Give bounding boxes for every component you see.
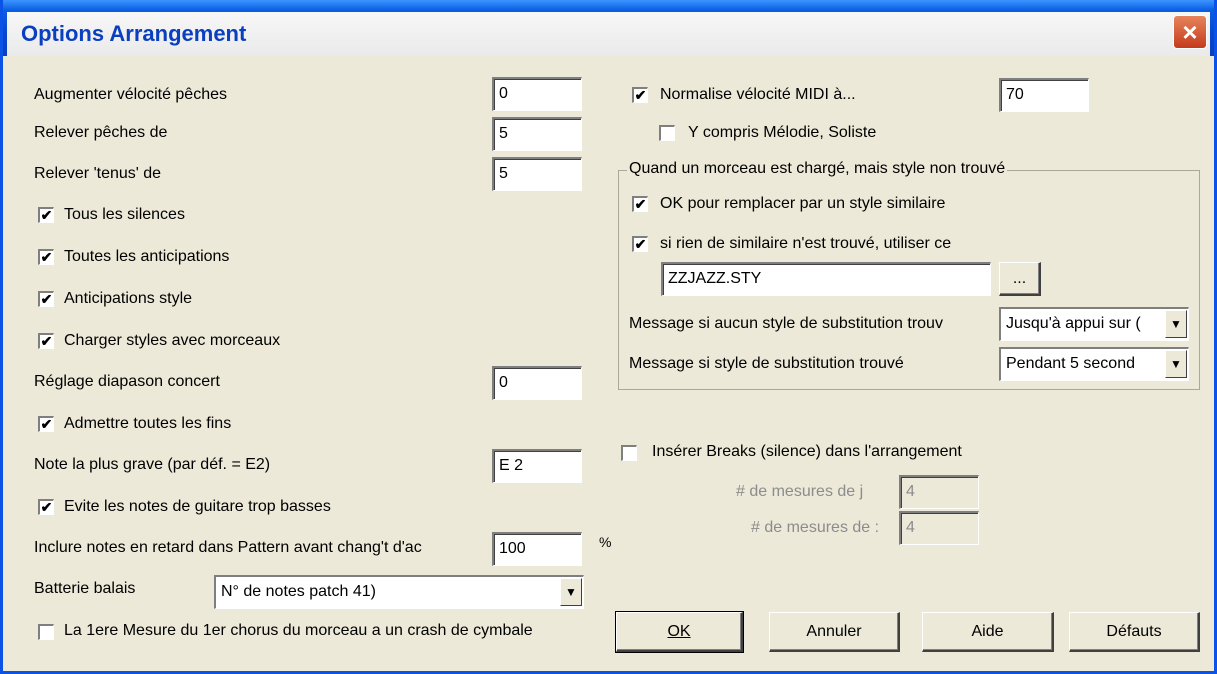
y-compris-checkbox[interactable] [659,125,675,141]
close-icon[interactable]: × [1173,15,1207,49]
defauts-button[interactable]: Défauts [1069,612,1200,652]
browse-button[interactable]: ... [999,262,1041,296]
chevron-down-icon[interactable]: ▼ [1165,310,1187,338]
options-arrangement-dialog: Options Arrangement × Augmenter vélocité… [0,0,1217,674]
tous-silences-label: Tous les silences [64,206,185,223]
note-grave-input[interactable]: E 2 [492,449,582,483]
diapason-input[interactable]: 0 [492,366,582,400]
mesures-1-input[interactable]: 4 [899,475,979,509]
title-bar[interactable]: Options Arrangement × [3,0,1214,56]
mesures-2-input[interactable]: 4 [899,511,979,545]
percent-unit: % [599,534,612,550]
normalise-label: Normalise vélocité MIDI à... [660,86,856,103]
inserer-breaks-checkbox[interactable] [621,445,637,461]
batterie-select-value-text: N° de notes patch 41) [221,583,376,600]
admettre-fins-checkbox[interactable]: ✔ [38,416,54,432]
annuler-button[interactable]: Annuler [769,612,900,652]
note-grave-label: Note la plus grave (par déf. = E2) [34,456,271,473]
anticipations-style-checkbox[interactable]: ✔ [38,291,54,307]
tous-silences-checkbox[interactable]: ✔ [38,207,54,223]
relever-tenus-label: Relever 'tenus' de [34,165,162,182]
aide-button-label: Aide [971,622,1004,640]
normalise-checkbox[interactable]: ✔ [632,87,648,103]
si-rien-checkbox[interactable]: ✔ [632,236,648,252]
chevron-down-icon[interactable]: ▼ [560,578,582,606]
msg-aucun-select-value: Jusqu'à appui sur ( [1006,315,1141,332]
crash-cymbale-checkbox[interactable] [38,624,54,640]
inclure-notes-label: Inclure notes en retard dans Pattern ava… [34,539,422,556]
chevron-down-icon[interactable]: ▼ [1165,350,1187,378]
annuler-button-label: Annuler [806,622,862,640]
admettre-fins-label: Admettre toutes les fins [64,415,232,432]
aug-velocite-input[interactable]: 0 [492,77,582,111]
inserer-breaks-label: Insérer Breaks (silence) dans l'arrangem… [652,443,962,460]
mesures-1-label: # de mesures de j [736,483,864,500]
ok-button[interactable]: OK [615,611,744,653]
mesures-2-label: # de mesures de : [751,519,880,536]
evite-notes-label: Evite les notes de guitare trop basses [64,498,331,515]
anticipations-style-label: Anticipations style [64,290,193,307]
msg-trouve-label: Message si style de substitution trouvé [629,355,904,372]
style-not-found-group-title: Quand un morceau est chargé, mais style … [627,160,1008,178]
batterie-label: Batterie balais [34,580,136,597]
ok-remplacer-label: OK pour remplacer par un style similaire [660,195,946,212]
evite-notes-checkbox[interactable]: ✔ [38,499,54,515]
relever-tenus-input[interactable]: 5 [492,157,582,191]
inclure-notes-input[interactable]: 100 [492,532,582,566]
window-title: Options Arrangement [21,21,247,46]
ok-remplacer-checkbox[interactable]: ✔ [632,196,648,212]
diapason-label: Réglage diapason concert [34,373,220,390]
toutes-anticipations-checkbox[interactable]: ✔ [38,249,54,265]
aug-velocite-label: Augmenter vélocité pêches [34,86,227,103]
toutes-anticipations-label: Toutes les anticipations [64,248,230,265]
msg-aucun-select[interactable]: Jusqu'à appui sur ( ▼ [999,307,1189,341]
msg-trouve-select-value: Pendant 5 second [1006,355,1135,372]
msg-aucun-label: Message si aucun style de substitution t… [629,315,943,332]
relever-peches-label: Relever pêches de [34,124,168,141]
crash-cymbale-label: La 1ere Mesure du 1er chorus du morceau … [64,622,533,639]
normalise-input[interactable]: 70 [999,78,1089,112]
charger-styles-checkbox[interactable]: ✔ [38,333,54,349]
aide-button[interactable]: Aide [922,612,1054,652]
style-file-input[interactable]: ZZJAZZ.STY [661,262,991,296]
msg-trouve-select[interactable]: Pendant 5 second ▼ [999,347,1189,381]
defauts-button-label: Défauts [1106,622,1162,640]
ok-button-label: OK [667,622,691,640]
batterie-select[interactable]: N° de notes patch 41) ▼ [214,575,584,609]
y-compris-label: Y compris Mélodie, Soliste [688,124,877,141]
si-rien-label: si rien de similaire n'est trouvé, utili… [660,235,952,252]
relever-peches-input[interactable]: 5 [492,117,582,151]
charger-styles-label: Charger styles avec morceaux [64,332,281,349]
